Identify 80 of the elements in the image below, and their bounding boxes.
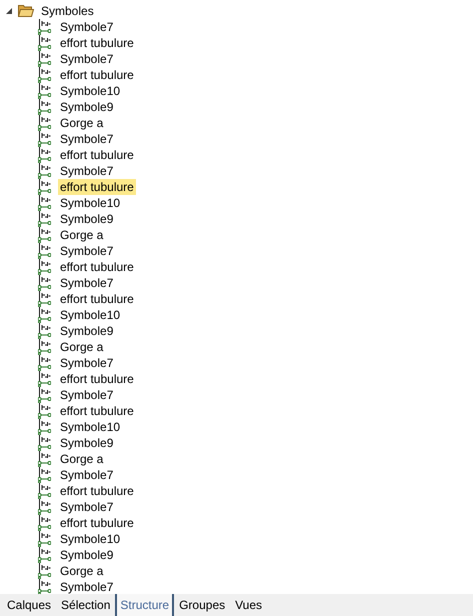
tree-item[interactable]: Symbole7: [58, 499, 116, 515]
text-symbol-icon: [38, 195, 51, 211]
text-symbol-icon: [38, 35, 51, 51]
tree-item[interactable]: Symbole7: [58, 19, 116, 35]
tree-item[interactable]: Symbole10: [58, 83, 122, 99]
text-symbol-icon: [38, 387, 51, 403]
tree-item[interactable]: Symbole9: [58, 547, 116, 563]
tree-item[interactable]: Gorge a: [58, 115, 106, 131]
tree-item[interactable]: Symbole9: [58, 323, 116, 339]
tree-item[interactable]: effort tubulure: [58, 67, 136, 83]
tree-item[interactable]: effort tubulure: [58, 403, 136, 419]
tree-item[interactable]: Symbole7: [58, 51, 116, 67]
text-symbol-icon: [38, 579, 51, 594]
tree-item[interactable]: Gorge a: [58, 227, 106, 243]
text-symbol-icon: [38, 419, 51, 435]
tab[interactable]: Calques: [2, 594, 56, 616]
text-symbol-icon: [38, 291, 51, 307]
text-symbol-icon: [38, 211, 51, 227]
tab[interactable]: Sélection: [56, 594, 116, 616]
tree-item[interactable]: effort tubulure: [58, 291, 136, 307]
tree-item[interactable]: Symboles: [39, 3, 96, 19]
text-symbol-icon: [38, 355, 51, 371]
text-symbol-icon: [38, 403, 51, 419]
tree-item[interactable]: effort tubulure: [58, 483, 136, 499]
text-symbol-icon: [38, 435, 51, 451]
text-symbol-icon: [38, 499, 51, 515]
text-symbol-icon: [38, 99, 51, 115]
tree-item[interactable]: Symbole9: [58, 211, 116, 227]
tree-item[interactable]: Symbole7: [58, 467, 116, 483]
tree-item[interactable]: Symbole7: [58, 387, 116, 403]
text-symbol-icon: [38, 515, 51, 531]
text-symbol-icon: [38, 163, 51, 179]
tree-item[interactable]: effort tubulure: [58, 371, 136, 387]
text-symbol-icon: [38, 547, 51, 563]
text-symbol-icon: [38, 83, 51, 99]
text-symbol-icon: [38, 131, 51, 147]
text-symbol-icon: [38, 51, 51, 67]
collapse-arrow-icon[interactable]: [5, 7, 13, 15]
tree-item[interactable]: Gorge a: [58, 563, 106, 579]
tab[interactable]: Structure: [115, 594, 174, 616]
text-symbol-icon: [38, 307, 51, 323]
folder-icon: [18, 4, 34, 18]
tree-item[interactable]: Symbole9: [58, 99, 116, 115]
tree-item[interactable]: Symbole10: [58, 419, 122, 435]
tree-item[interactable]: Gorge a: [58, 451, 106, 467]
tab[interactable]: Groupes: [174, 594, 230, 616]
text-symbol-icon: [38, 323, 51, 339]
text-symbol-icon: [38, 483, 51, 499]
tree-item[interactable]: effort tubulure: [58, 515, 136, 531]
text-symbol-icon: [38, 451, 51, 467]
tree-item[interactable]: Symbole7: [58, 275, 116, 291]
tree-item[interactable]: Symbole10: [58, 307, 122, 323]
tree-item[interactable]: Gorge a: [58, 339, 106, 355]
text-symbol-icon: [38, 243, 51, 259]
text-symbol-icon: [38, 339, 51, 355]
tree-item[interactable]: effort tubulure: [58, 147, 136, 163]
tree-item[interactable]: Symbole7: [58, 355, 116, 371]
tree-item[interactable]: Symbole10: [58, 531, 122, 547]
text-symbol-icon: [38, 115, 51, 131]
text-symbol-icon: [38, 67, 51, 83]
text-symbol-icon: [38, 531, 51, 547]
tree-item[interactable]: effort tubulure: [58, 179, 136, 195]
text-symbol-icon: [38, 19, 51, 35]
tree-item[interactable]: Symbole7: [58, 131, 116, 147]
text-symbol-icon: [38, 227, 51, 243]
tab[interactable]: Vues: [230, 594, 268, 616]
tree-item[interactable]: Symbole7: [58, 163, 116, 179]
tree-item[interactable]: Symbole7: [58, 243, 116, 259]
text-symbol-icon: [38, 259, 51, 275]
tree-item[interactable]: Symbole10: [58, 195, 122, 211]
text-symbol-icon: [38, 147, 51, 163]
text-symbol-icon: [38, 563, 51, 579]
tree-item[interactable]: Symbole7: [58, 579, 116, 594]
text-symbol-icon: [38, 371, 51, 387]
text-symbol-icon: [38, 275, 51, 291]
tree-item[interactable]: Symbole9: [58, 435, 116, 451]
tree-item[interactable]: effort tubulure: [58, 259, 136, 275]
text-symbol-icon: [38, 467, 51, 483]
text-symbol-icon: [38, 179, 51, 195]
tree-item[interactable]: effort tubulure: [58, 35, 136, 51]
